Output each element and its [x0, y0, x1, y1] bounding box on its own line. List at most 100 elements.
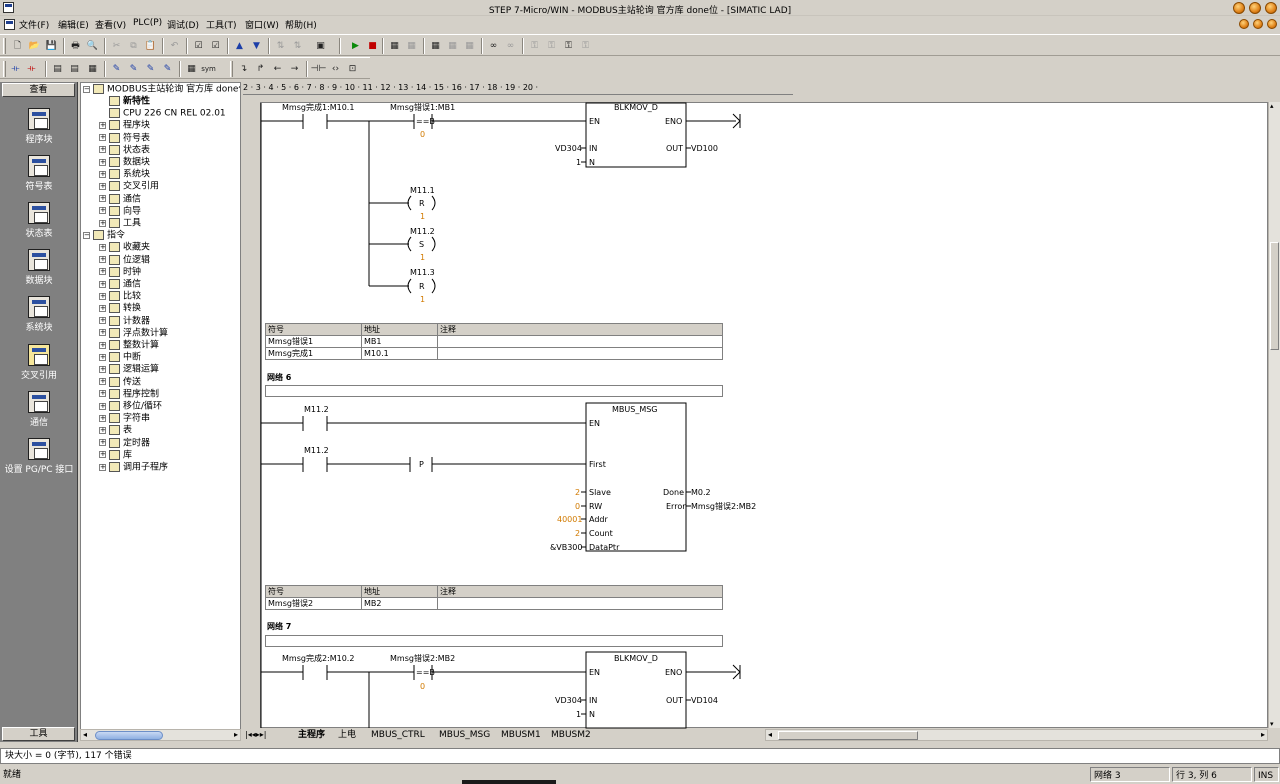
program-status-icon[interactable]: ▦	[388, 39, 401, 52]
box-icon[interactable]: ⊡	[346, 62, 359, 75]
single-read-icon[interactable]: ▦	[446, 39, 459, 52]
expand-icon[interactable]: +	[99, 329, 106, 337]
pause-status-icon[interactable]: ▦	[405, 39, 418, 52]
left-line-icon[interactable]: ←	[271, 62, 284, 75]
expand-icon[interactable]: +	[99, 146, 106, 154]
child-close-button[interactable]	[1267, 19, 1277, 29]
tab-first-icon[interactable]: |◂◂▸▸|	[245, 729, 266, 741]
prev-bookmark-icon[interactable]: ✎	[144, 62, 157, 75]
table-row[interactable]: Mmsg错误2 MB2	[265, 597, 723, 610]
scroll-right-icon[interactable]: ▸	[234, 730, 238, 739]
expand-icon[interactable]: +	[99, 463, 106, 471]
menu-debug[interactable]: 调试(D)	[167, 18, 199, 31]
tree-item-system-block[interactable]: + 系统块	[99, 169, 150, 181]
tree-item-convert[interactable]: + 转换	[99, 303, 141, 315]
delete-network-icon[interactable]: ⟛	[25, 62, 38, 75]
nav-program-block[interactable]: 程序块	[0, 108, 78, 145]
tree-item-logical-operations[interactable]: + 逻辑运算	[99, 364, 159, 376]
compile-icon[interactable]: ☑	[192, 39, 205, 52]
table-row[interactable]: Mmsg错误1 MB1	[265, 335, 723, 348]
undo-icon[interactable]: ↶	[168, 39, 181, 52]
expand-icon[interactable]: +	[99, 268, 106, 276]
menu-view[interactable]: 查看(V)	[95, 18, 126, 31]
expand-icon[interactable]: +	[99, 402, 106, 410]
expand-icon[interactable]: +	[99, 353, 106, 361]
tree-item-clock[interactable]: + 时钟	[99, 266, 141, 279]
tree-item-status-chart[interactable]: + 状态表	[99, 144, 150, 157]
nav-symbol-table[interactable]: 符号表	[0, 155, 78, 192]
expand-icon[interactable]: +	[99, 182, 106, 190]
run-icon[interactable]: ▶	[349, 39, 362, 52]
child-restore-button[interactable]	[1253, 19, 1263, 29]
print-icon[interactable]: 🖶	[69, 39, 82, 52]
stop-icon[interactable]: ■	[366, 39, 379, 52]
scroll-left-icon[interactable]: ◂	[83, 730, 87, 739]
editor-vertical-scrollbar[interactable]: ▴ ▾	[1268, 102, 1280, 728]
toolbar-grip[interactable]	[230, 61, 233, 77]
upload-icon[interactable]: ▲	[233, 39, 246, 52]
tab-main[interactable]: 主程序	[298, 729, 325, 741]
tab-mbusm1[interactable]: MBUSM1	[501, 729, 541, 741]
down-line-icon[interactable]: ↴	[237, 62, 250, 75]
trend-pause-icon[interactable]: ⚿	[579, 39, 592, 52]
right-line-icon[interactable]: →	[288, 62, 301, 75]
expand-icon[interactable]: +	[99, 292, 106, 300]
net7-comment-box[interactable]	[265, 635, 723, 647]
collapse-icon[interactable]: −	[83, 231, 90, 239]
open-icon[interactable]: 📂	[28, 39, 41, 52]
tree-item-program-control[interactable]: + 程序控制	[99, 388, 159, 401]
editor-scroll-thumb[interactable]	[1270, 242, 1279, 350]
expand-icon[interactable]: +	[99, 365, 106, 373]
insert-network-icon[interactable]: ⟛	[9, 62, 22, 75]
toolbar-grip[interactable]	[3, 38, 6, 54]
remove-bookmarks-icon[interactable]: ✎	[161, 62, 174, 75]
print-preview-icon[interactable]: 🔍	[86, 39, 99, 52]
paste-icon[interactable]: 📋	[144, 39, 157, 52]
tree-item-interrupt[interactable]: + 中断	[99, 352, 141, 364]
tree-item-new-features[interactable]: 新特性	[109, 96, 150, 108]
tree-item-tools[interactable]: + 工具	[99, 218, 141, 230]
tree-item-integer-math[interactable]: + 整数计算	[99, 340, 159, 352]
tree-item-wizards[interactable]: + 向导	[99, 205, 141, 218]
navbar-header[interactable]: 查看	[2, 83, 75, 97]
toggle-poe-icon[interactable]: ▤	[51, 62, 64, 75]
cut-icon[interactable]: ✂	[110, 39, 123, 52]
tab-mbusm2[interactable]: MBUSM2	[551, 729, 591, 741]
symbol-info-icon[interactable]: sym	[201, 62, 216, 75]
expand-icon[interactable]: +	[99, 256, 106, 264]
expand-icon[interactable]: +	[99, 451, 106, 459]
tree-item-compare[interactable]: + 比较	[99, 291, 141, 303]
editor-horizontal-scrollbar[interactable]: ◂ ▸	[765, 729, 1268, 741]
tree-item-timers[interactable]: + 定时器	[99, 437, 150, 450]
tree-item-instructions[interactable]: − 指令	[83, 230, 125, 242]
scroll-right-icon[interactable]: ▸	[1261, 730, 1265, 739]
tree-item-favorites[interactable]: + 收藏夹	[99, 242, 150, 254]
table-row[interactable]: Mmsg完成1 M10.1	[265, 347, 723, 360]
maximize-button[interactable]	[1249, 2, 1261, 14]
tree-item-table[interactable]: + 表	[99, 425, 132, 437]
tree-item-string[interactable]: + 字符串	[99, 413, 150, 425]
tree-item-data-block[interactable]: + 数据块	[99, 157, 150, 169]
force-icon[interactable]: ∞	[487, 39, 500, 52]
next-bookmark-icon[interactable]: ✎	[127, 62, 140, 75]
trend-view-icon[interactable]: ⚿	[562, 39, 575, 52]
unforce-icon[interactable]: ∞	[504, 39, 517, 52]
unforce-all-icon[interactable]: ⚿	[528, 39, 541, 52]
download-icon[interactable]: ▼	[250, 39, 263, 52]
expand-icon[interactable]: +	[99, 219, 106, 227]
chart-status-icon[interactable]: ▦	[429, 39, 442, 52]
tree-root[interactable]: − MODBUS主站轮询 官方库 done位	[83, 84, 240, 96]
expand-icon[interactable]: +	[99, 158, 106, 166]
expand-icon[interactable]: +	[99, 378, 106, 386]
sort-descending-icon[interactable]: ⇅	[291, 39, 304, 52]
expand-icon[interactable]: +	[99, 390, 106, 398]
tree-item-bit-logic[interactable]: + 位逻辑	[99, 254, 150, 267]
save-icon[interactable]: 💾	[45, 39, 58, 52]
new-icon[interactable]: 🗋	[11, 39, 24, 52]
close-button[interactable]	[1265, 2, 1277, 14]
tree-item-call-subroutines[interactable]: + 调用子程序	[99, 462, 168, 474]
menu-window[interactable]: 窗口(W)	[245, 18, 279, 31]
scroll-down-icon[interactable]: ▾	[1270, 720, 1274, 728]
nav-status-chart[interactable]: 状态表	[0, 202, 78, 239]
expand-icon[interactable]: +	[99, 170, 106, 178]
